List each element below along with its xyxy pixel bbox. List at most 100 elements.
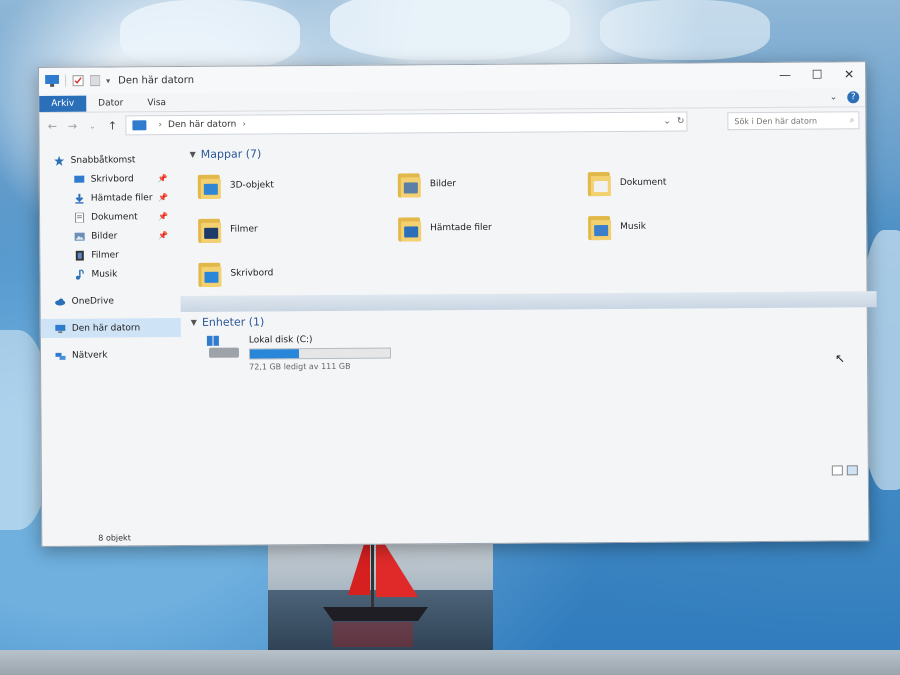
properties-icon[interactable]: [72, 75, 84, 87]
content-pane: ▼ Mappar (7) 3D-objekt Bilder Dokument Film…: [179, 133, 877, 530]
chevron-down-icon[interactable]: ▼: [190, 149, 196, 158]
details-view-icon[interactable]: [831, 465, 843, 476]
nav-this-pc[interactable]: Den här datorn: [40, 318, 181, 338]
expand-ribbon-icon[interactable]: ⌄: [830, 92, 838, 102]
nav-item-skrivbord[interactable]: Skrivbord 📌: [40, 169, 180, 189]
star-icon: [54, 155, 65, 166]
computer-icon: [55, 324, 66, 333]
recent-locations-button[interactable]: ⌄: [85, 121, 99, 130]
desktop-folder-icon: [198, 260, 222, 288]
drive-label: Lokal disk (C:): [248, 335, 313, 346]
pin-icon[interactable]: 📌: [158, 212, 168, 221]
search-box[interactable]: ⌕: [727, 111, 860, 131]
minimize-button[interactable]: —: [769, 63, 801, 87]
nav-quick-access[interactable]: Snabbåtkomst: [40, 150, 180, 170]
document-icon: [75, 212, 85, 223]
folder-label: Filmer: [230, 224, 258, 235]
videos-folder-icon: [198, 216, 222, 244]
documents-folder-icon: [587, 169, 612, 197]
nav-network[interactable]: Nätverk: [41, 345, 181, 365]
refresh-icon[interactable]: ↻: [677, 116, 685, 126]
nav-label: Hämtade filer: [90, 192, 153, 204]
folder-item[interactable]: Bilder: [397, 161, 588, 206]
close-button[interactable]: ✕: [833, 62, 865, 86]
help-icon[interactable]: ?: [847, 91, 860, 104]
pin-icon[interactable]: 📌: [158, 174, 168, 183]
monitor-bezel: [0, 650, 900, 675]
tab-arkiv[interactable]: Arkiv: [39, 95, 87, 112]
folder-label: Skrivbord: [230, 268, 274, 279]
folder-item[interactable]: Dokument: [587, 160, 788, 205]
download-icon: [75, 193, 84, 204]
maximize-button[interactable]: ☐: [801, 62, 833, 86]
window-controls: — ☐ ✕: [769, 62, 865, 87]
path-separator[interactable]: ›: [158, 120, 162, 130]
devices-header-label: Enheter (1): [201, 314, 265, 329]
quick-access-toolbar: ▾: [39, 74, 110, 87]
folder-label: Dokument: [619, 177, 667, 188]
tab-dator[interactable]: Dator: [86, 95, 135, 111]
customize-toolbar-icon[interactable]: ▾: [106, 76, 110, 85]
downloads-folder-icon: [398, 214, 422, 242]
large-icons-view-icon[interactable]: [846, 465, 858, 476]
item-count: 8 objekt: [98, 532, 131, 543]
navigation-pane: Snabbåtkomst Skrivbord 📌 Hämtade filer 📌…: [40, 138, 183, 531]
videos-icon: [75, 250, 84, 261]
nav-item-bilder[interactable]: Bilder 📌: [40, 226, 180, 246]
file-explorer-window[interactable]: ▾ Den här datorn — ☐ ✕ Arkiv Dator Visa …: [38, 61, 877, 547]
cloud-icon: [55, 298, 66, 306]
folder-item[interactable]: Skrivbord: [198, 250, 398, 295]
nav-label: Nätverk: [71, 350, 108, 361]
up-button[interactable]: ↑: [105, 119, 119, 132]
drive-usage-bar: [248, 347, 392, 360]
nav-label: OneDrive: [71, 295, 114, 307]
tab-visa[interactable]: Visa: [135, 95, 178, 111]
view-toggle: [831, 465, 858, 476]
folder-label: 3D-objekt: [229, 180, 274, 191]
desktop-icon: [74, 175, 85, 183]
nav-label: Filmer: [91, 249, 119, 261]
3d-objects-folder-icon: [197, 172, 222, 200]
search-icon[interactable]: ⌕: [850, 115, 855, 125]
folder-item[interactable]: Musik: [588, 204, 788, 249]
path-end-separator[interactable]: ›: [242, 120, 246, 130]
mouse-cursor-icon: ↖: [834, 351, 846, 366]
folders-grid: 3D-objekt Bilder Dokument Filmer Hämtade fil…: [197, 159, 867, 296]
pictures-icon: [74, 232, 85, 241]
pin-icon[interactable]: 📌: [158, 193, 168, 202]
music-folder-icon: [588, 213, 612, 241]
forward-button[interactable]: →: [65, 119, 79, 132]
nav-item-filmer[interactable]: Filmer: [40, 245, 180, 265]
address-bar[interactable]: › Den här datorn › ⌄ ↻: [125, 111, 688, 136]
nav-label: Musik: [91, 268, 118, 280]
pictures-folder-icon: [397, 170, 422, 198]
devices-group-header[interactable]: ▼ Enheter (1): [189, 307, 867, 332]
nav-item-hamtade-filer[interactable]: Hämtade filer 📌: [40, 188, 180, 208]
breadcrumb-this-pc[interactable]: Den här datorn: [168, 120, 236, 130]
nav-label: Skrivbord: [90, 173, 134, 185]
folder-item[interactable]: Filmer: [198, 206, 398, 251]
address-dropdown-icon[interactable]: ⌄: [663, 117, 671, 127]
folder-label: Bilder: [429, 179, 457, 190]
nav-label: Bilder: [91, 230, 118, 242]
music-icon: [75, 269, 84, 280]
search-input[interactable]: [732, 114, 847, 127]
drive-free-space: 72,1 GB ledigt av 111 GB: [249, 361, 351, 372]
nav-label: Den här datorn: [71, 322, 141, 334]
nav-label: Dokument: [91, 211, 138, 223]
chevron-down-icon[interactable]: ▼: [191, 317, 197, 326]
network-icon: [55, 352, 66, 360]
nav-item-dokument[interactable]: Dokument 📌: [40, 207, 180, 227]
new-folder-icon[interactable]: [90, 75, 101, 87]
folder-item[interactable]: 3D-objekt: [197, 162, 398, 207]
computer-icon: [45, 74, 60, 87]
drive-item-c[interactable]: Lokal disk (C:) 72,1 GB ledigt av 111 GB: [206, 331, 867, 372]
nav-onedrive[interactable]: OneDrive: [41, 291, 181, 311]
folder-label: Hämtade filer: [430, 222, 492, 234]
window-title: Den här datorn: [118, 74, 195, 86]
nav-item-musik[interactable]: Musik: [40, 264, 180, 284]
pin-icon[interactable]: 📌: [158, 231, 168, 240]
back-button[interactable]: ←: [45, 119, 59, 132]
folder-item[interactable]: Hämtade filer: [398, 205, 588, 250]
computer-icon: [132, 120, 147, 131]
